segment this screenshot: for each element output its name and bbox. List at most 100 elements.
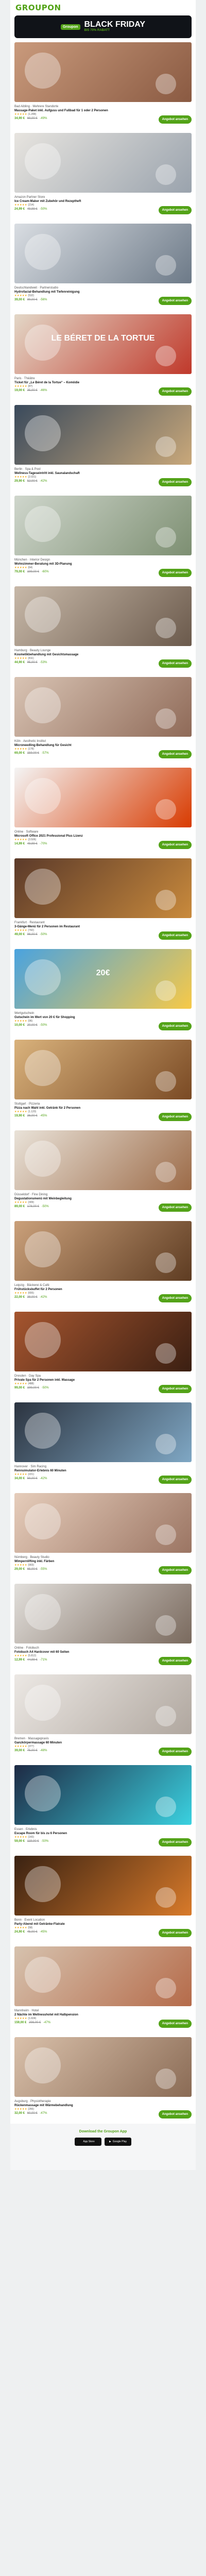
deal-image[interactable] xyxy=(14,1584,192,1643)
deal-title[interactable]: Ice Cream-Maker mit Zubehör und Rezepthe… xyxy=(14,199,192,204)
deal-image[interactable] xyxy=(14,1674,192,1734)
image-decoration xyxy=(156,799,176,820)
view-deal-button[interactable]: Angebot ansehen xyxy=(158,1022,192,1030)
deal-title[interactable]: Rückenmassage mit Wärmebehandlung xyxy=(14,2104,192,2108)
view-deal-button[interactable]: Angebot ansehen xyxy=(158,569,192,577)
deal-image[interactable] xyxy=(14,224,192,283)
view-deal-button[interactable]: Angebot ansehen xyxy=(158,659,192,668)
deal-card[interactable]: Hamburg · Beauty Lounge Kosmetikbehandlu… xyxy=(10,582,196,673)
view-deal-button[interactable]: Angebot ansehen xyxy=(158,841,192,849)
view-deal-button[interactable]: Angebot ansehen xyxy=(158,206,192,214)
deal-card[interactable]: Hannover · Sim Racing Rennsimulator-Erle… xyxy=(10,1398,196,1489)
deal-image[interactable] xyxy=(14,1765,192,1825)
deal-image[interactable] xyxy=(14,1130,192,1190)
deal-title[interactable]: Degustationsmenü mit Weinbegleitung xyxy=(14,1197,192,1201)
deal-title[interactable]: Kosmetikbehandlung mit Gesichtsmassage xyxy=(14,653,192,657)
deal-title[interactable]: Wimpernlifting inkl. Färben xyxy=(14,1560,192,1564)
deal-title[interactable]: 3-Gänge-Menü für 2 Personen im Restauran… xyxy=(14,925,192,929)
deal-card[interactable]: Mannheim · Hotel 2 Nächte im Wellnesshot… xyxy=(10,1942,196,2033)
view-deal-button[interactable]: Angebot ansehen xyxy=(158,1113,192,1121)
deal-image[interactable] xyxy=(14,586,192,646)
view-deal-button[interactable]: Angebot ansehen xyxy=(158,1838,192,1846)
deal-card[interactable]: LE BÉRET DE LA TORTUE Paris · Théâtre Ti… xyxy=(10,310,196,401)
deal-image[interactable] xyxy=(14,677,192,737)
deal-image[interactable]: 20€ xyxy=(14,949,192,1009)
deal-card[interactable]: Düsseldorf · Fine Dining Degustationsmen… xyxy=(10,1126,196,1217)
deal-title[interactable]: Private Spa für 2 Personen inkl. Massage xyxy=(14,1378,192,1382)
view-deal-button[interactable]: Angebot ansehen xyxy=(158,115,192,124)
deal-image[interactable] xyxy=(14,405,192,465)
view-deal-button[interactable]: Angebot ansehen xyxy=(158,2020,192,2028)
deal-title[interactable]: Wellness-Tageseintritt inkl. Saunalandsc… xyxy=(14,471,192,476)
deal-card[interactable]: Deutschlandweit · Partnerstudio Hydrofac… xyxy=(10,219,196,310)
view-deal-button[interactable]: Angebot ansehen xyxy=(158,750,192,758)
deal-old-price: 119,00 € xyxy=(27,1840,39,1843)
deal-title[interactable]: Microsoft Office 2021 Professional Plus … xyxy=(14,834,192,838)
view-deal-button[interactable]: Angebot ansehen xyxy=(158,1476,192,1484)
deal-title[interactable]: Rennsimulator-Erlebnis 60 Minuten xyxy=(14,1469,192,1473)
deal-card[interactable]: Berlin · Spa & Pool Wellness-Tageseintri… xyxy=(10,401,196,492)
deal-title[interactable]: 2 Nächte im Wellnesshotel mit Halbpensio… xyxy=(14,2013,192,2017)
app-store-button[interactable]: App Store xyxy=(75,2138,101,2146)
deal-image[interactable] xyxy=(14,1312,192,1371)
deal-image[interactable] xyxy=(14,1402,192,1462)
deal-title[interactable]: Fotobuch A4 Hardcover mit 60 Seiten xyxy=(14,1650,192,1654)
deal-title[interactable]: Gutschein im Wert von 20 € für Shopping xyxy=(14,1015,192,1020)
deal-title[interactable]: Wohnzimmer-Beratung mit 3D-Planung xyxy=(14,562,192,566)
deal-card[interactable]: Online · Software Microsoft Office 2021 … xyxy=(10,764,196,854)
view-deal-button[interactable]: Angebot ansehen xyxy=(158,1385,192,1393)
deal-card[interactable]: Stuttgart · Pizzeria Pizza nach Wahl ink… xyxy=(10,1036,196,1126)
deal-title[interactable]: Ticket für „Le Béret de la Tortue“ – Kom… xyxy=(14,381,192,385)
groupon-logo[interactable]: GROUPON xyxy=(15,3,61,12)
deal-card[interactable]: Dresden · Day Spa Private Spa für 2 Pers… xyxy=(10,1308,196,1398)
view-deal-button[interactable]: Angebot ansehen xyxy=(158,1566,192,1574)
deal-image[interactable] xyxy=(14,1946,192,2006)
deal-card[interactable]: Online · Fotobuch Fotobuch A4 Hardcover … xyxy=(10,1580,196,1670)
deal-card[interactable]: 20€ Wertgutschein Gutschein im Wert von … xyxy=(10,945,196,1036)
star-rating-icon: ★★★★★ xyxy=(14,204,27,207)
view-deal-button[interactable]: Angebot ansehen xyxy=(158,297,192,305)
deal-image[interactable] xyxy=(14,858,192,918)
deal-title[interactable]: Ganzkörpermassage 60 Minuten xyxy=(14,1741,192,1745)
deal-image[interactable] xyxy=(14,42,192,102)
image-decoration xyxy=(156,708,176,729)
view-deal-button[interactable]: Angebot ansehen xyxy=(158,1294,192,1302)
deal-title[interactable]: Escape Room für bis zu 6 Personen xyxy=(14,1832,192,1836)
deal-card[interactable]: Bremen · Massagepraxis Ganzkörpermassage… xyxy=(10,1670,196,1761)
deal-image[interactable]: LE BÉRET DE LA TORTUE xyxy=(14,314,192,374)
deal-title[interactable]: Microneedling-Behandlung für Gesicht xyxy=(14,743,192,748)
view-deal-button[interactable]: Angebot ansehen xyxy=(158,1929,192,1937)
deal-image[interactable] xyxy=(14,768,192,827)
view-deal-button[interactable]: Angebot ansehen xyxy=(158,2110,192,2119)
deal-card[interactable]: Bonn · Event Location Party-Abend mit Ge… xyxy=(10,1852,196,1942)
deal-card[interactable]: Nürnberg · Beauty Studio Wimpernlifting … xyxy=(10,1489,196,1580)
deal-card[interactable]: Bad Aibling · Mehrere Standorte Massage-… xyxy=(10,38,196,129)
deal-image[interactable] xyxy=(14,1221,192,1281)
deal-image[interactable] xyxy=(14,2037,192,2097)
view-deal-button[interactable]: Angebot ansehen xyxy=(158,1204,192,1212)
deal-card[interactable]: Leipzig · Bäckerei & Café Frühstücksbuff… xyxy=(10,1217,196,1308)
view-deal-button[interactable]: Angebot ansehen xyxy=(158,1657,192,1665)
deal-card[interactable]: Augsburg · Physiotherapie Rückenmassage … xyxy=(10,2033,196,2124)
deal-title[interactable]: Pizza nach Wahl inkl. Getränk für 2 Pers… xyxy=(14,1106,192,1110)
deal-card[interactable]: München · Interior Design Wohnzimmer-Ber… xyxy=(10,492,196,582)
deal-title[interactable]: Hydrofacial-Behandlung mit Tiefenreinigu… xyxy=(14,290,192,294)
black-friday-banner[interactable]: Groupon BLACK FRIDAY BIS 70% RABATT xyxy=(14,15,192,38)
deal-card[interactable]: Köln · Aesthetic Institut Microneedling-… xyxy=(10,673,196,764)
deal-title[interactable]: Frühstücksbuffet für 2 Personen xyxy=(14,1287,192,1292)
deal-image[interactable] xyxy=(14,496,192,555)
view-deal-button[interactable]: Angebot ansehen xyxy=(158,387,192,396)
view-deal-button[interactable]: Angebot ansehen xyxy=(158,478,192,486)
deal-title[interactable]: Party-Abend mit Getränke-Flatrate xyxy=(14,1922,192,1926)
deal-card[interactable]: Frankfurt · Restaurant 3-Gänge-Menü für … xyxy=(10,854,196,945)
view-deal-button[interactable]: Angebot ansehen xyxy=(158,1748,192,1756)
deal-card[interactable]: Essen · Erlebnis Escape Room für bis zu … xyxy=(10,1761,196,1852)
deal-image[interactable] xyxy=(14,1856,192,1916)
deal-card[interactable]: Amazon Partner Store Ice Cream-Maker mit… xyxy=(10,129,196,219)
deal-image[interactable] xyxy=(14,133,192,193)
google-play-button[interactable]: ▶ Google Play xyxy=(105,2138,131,2146)
view-deal-button[interactable]: Angebot ansehen xyxy=(158,931,192,940)
deal-image[interactable] xyxy=(14,1040,192,1099)
deal-title[interactable]: Massage-Paket inkl. Aufguss und Fußbad f… xyxy=(14,109,192,113)
deal-image[interactable] xyxy=(14,1493,192,1553)
